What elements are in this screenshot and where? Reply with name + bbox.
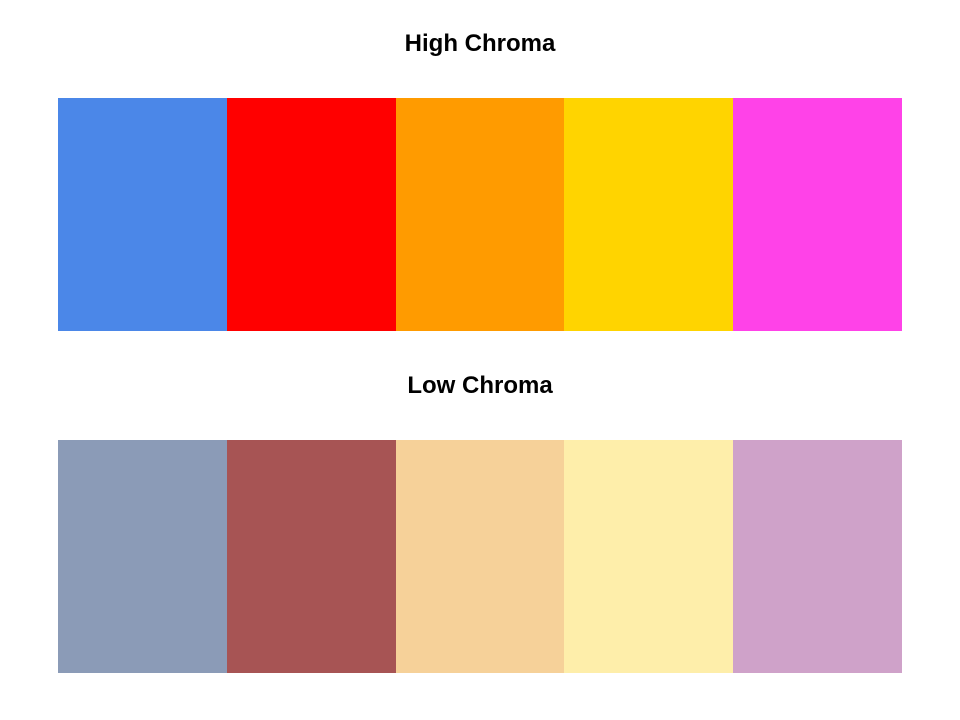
low-chroma-swatch-row — [58, 440, 902, 673]
high-chroma-swatch-red — [226, 98, 396, 331]
low-chroma-title: Low Chroma — [407, 372, 553, 399]
high-chroma-title: High Chroma — [404, 30, 556, 57]
high-chroma-swatch-blue — [58, 98, 227, 331]
low-chroma-swatch-blue — [58, 440, 227, 673]
low-chroma-swatch-red — [226, 440, 396, 673]
high-chroma-swatch-yellow — [564, 98, 734, 331]
high-chroma-swatch-row — [58, 98, 902, 331]
low-chroma-swatch-yellow — [564, 440, 734, 673]
high-chroma-swatch-magenta — [733, 98, 902, 331]
low-chroma-swatch-orange — [395, 440, 565, 673]
high-chroma-swatch-orange — [395, 98, 565, 331]
low-chroma-swatch-magenta — [733, 440, 902, 673]
